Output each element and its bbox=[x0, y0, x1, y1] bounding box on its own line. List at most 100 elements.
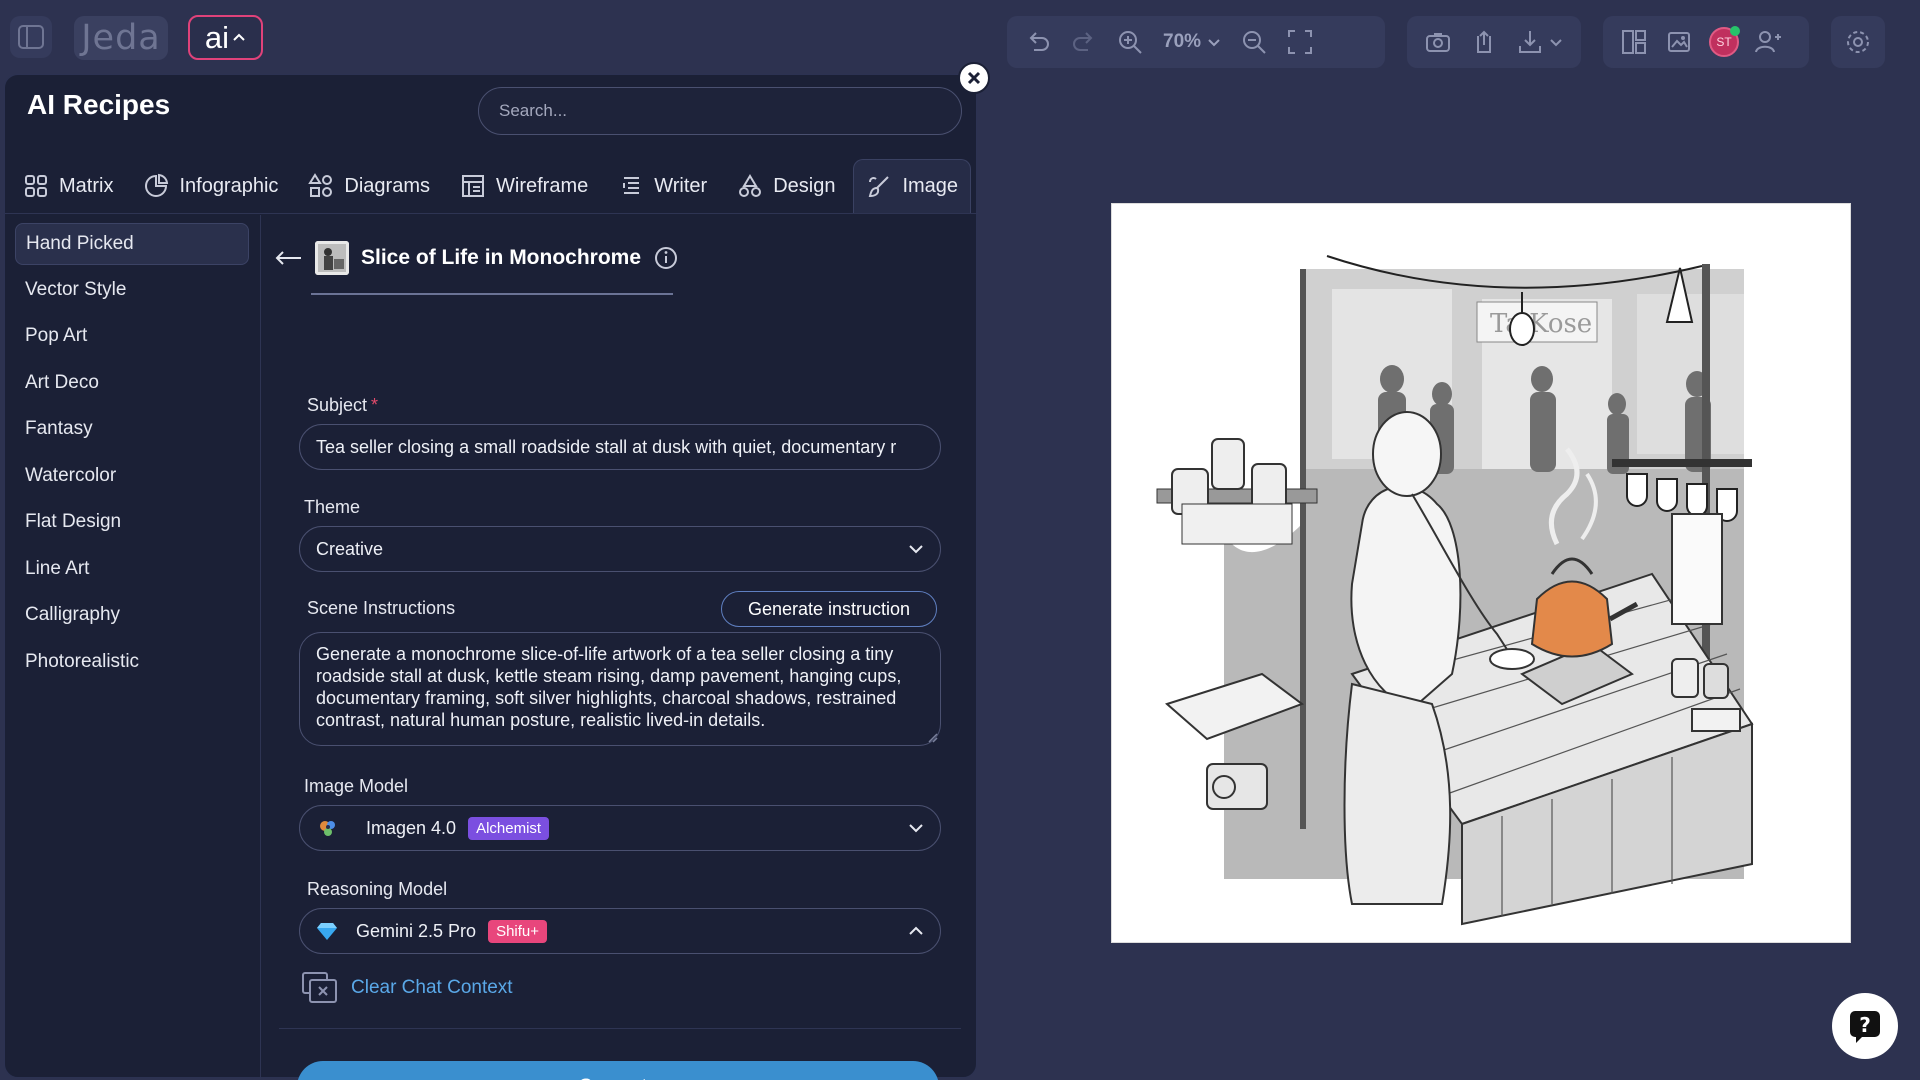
scene-instructions-text: Generate a monochrome slice-of-life artw… bbox=[316, 644, 902, 730]
upload-icon[interactable] bbox=[1467, 25, 1501, 59]
sidebar-icon bbox=[16, 22, 46, 52]
recipe-title: Slice of Life in Monochrome bbox=[361, 246, 642, 269]
user-avatar[interactable]: ST bbox=[1709, 26, 1740, 57]
reasoning-model-selected: Gemini 2.5 Pro Shifu+ bbox=[316, 919, 548, 943]
history-zoom-group: 70% bbox=[1007, 16, 1385, 68]
chevron-down-icon[interactable] bbox=[1549, 35, 1563, 49]
back-arrow-icon[interactable] bbox=[275, 250, 303, 266]
search-input[interactable] bbox=[478, 87, 962, 135]
scene-instructions-textarea[interactable]: Generate a monochrome slice-of-life artw… bbox=[299, 632, 941, 746]
wireframe-icon bbox=[460, 173, 486, 199]
tab-diagrams[interactable]: Diagrams bbox=[296, 159, 442, 213]
chevron-down-icon bbox=[908, 541, 924, 557]
zoom-out-icon[interactable] bbox=[1237, 25, 1271, 59]
tab-design[interactable]: Design bbox=[725, 159, 847, 213]
brush-icon bbox=[866, 174, 892, 200]
category-art-deco[interactable]: Art Deco bbox=[15, 362, 249, 404]
zoom-level-text: 70% bbox=[1163, 31, 1202, 52]
recipe-tabs: Matrix Infographic Diagrams Wireframe Wr… bbox=[11, 159, 977, 213]
category-pop-art[interactable]: Pop Art bbox=[15, 315, 249, 357]
generate-button[interactable]: Generate bbox=[297, 1061, 939, 1080]
alchemist-badge: Alchemist bbox=[468, 816, 550, 840]
tab-infographic[interactable]: Infographic bbox=[131, 159, 290, 213]
download-icon[interactable] bbox=[1513, 25, 1547, 59]
design-icon bbox=[737, 173, 763, 199]
help-button[interactable]: ? bbox=[1832, 993, 1898, 1059]
reasoning-model-label: Reasoning Model bbox=[307, 879, 448, 899]
recipe-header: Slice of Life in Monochrome bbox=[275, 241, 679, 275]
camera-icon[interactable] bbox=[1421, 25, 1455, 59]
reasoning-model-select[interactable]: Gemini 2.5 Pro Shifu+ bbox=[299, 908, 941, 954]
chevron-up-icon bbox=[232, 31, 246, 45]
top-toolbar: Jeda ai 70% ST bbox=[0, 0, 1920, 76]
tab-label: Wireframe bbox=[496, 174, 589, 197]
category-line-art[interactable]: Line Art bbox=[15, 548, 249, 590]
tab-wireframe[interactable]: Wireframe bbox=[448, 159, 600, 213]
image-gallery-icon[interactable] bbox=[1663, 25, 1697, 59]
ai-panel-toggle[interactable]: ai bbox=[188, 15, 263, 60]
category-photorealistic[interactable]: Photorealistic bbox=[15, 641, 249, 683]
category-watercolor[interactable]: Watercolor bbox=[15, 455, 249, 497]
required-mark: * bbox=[371, 395, 379, 415]
tab-label: Diagrams bbox=[344, 174, 430, 197]
layout-icon[interactable] bbox=[1617, 25, 1651, 59]
generate-instruction-button[interactable]: Generate instruction bbox=[721, 591, 937, 627]
subject-label: Subject * bbox=[307, 395, 378, 416]
question-icon: ? bbox=[1848, 1009, 1882, 1043]
svg-text:?: ? bbox=[1859, 1013, 1871, 1037]
panel-title: AI Recipes bbox=[27, 89, 171, 120]
app-logo[interactable]: Jeda bbox=[74, 16, 168, 60]
category-flat-design[interactable]: Flat Design bbox=[15, 501, 249, 543]
imagen-model-icon bbox=[316, 816, 340, 840]
tab-label: Image bbox=[902, 175, 959, 197]
tab-label: Matrix bbox=[59, 174, 114, 197]
theme-select[interactable]: Creative bbox=[299, 526, 941, 572]
sidebar-toggle-button[interactable] bbox=[10, 16, 52, 58]
resize-handle-icon[interactable] bbox=[926, 731, 938, 743]
category-hand-picked[interactable]: Hand Picked bbox=[15, 223, 249, 265]
ai-label: ai bbox=[204, 19, 230, 55]
tab-matrix[interactable]: Matrix bbox=[11, 159, 125, 213]
subject-input-value: Tea seller closing a small roadside stal… bbox=[316, 436, 897, 457]
clear-chat-icon bbox=[301, 971, 339, 1005]
canvas-generated-image[interactable]: Ta Kose bbox=[1112, 204, 1850, 942]
recipe-form: Slice of Life in Monochrome Subject * Tea… bbox=[267, 215, 978, 1080]
theme-select-value: Creative bbox=[316, 538, 384, 559]
undo-icon[interactable] bbox=[1021, 25, 1055, 59]
settings-group bbox=[1831, 16, 1885, 68]
gem-icon bbox=[316, 920, 338, 942]
shop-sign-text: Ta Kose bbox=[1490, 309, 1592, 339]
zoom-dropdown[interactable]: 70% bbox=[1159, 31, 1225, 53]
tab-label: Writer bbox=[654, 174, 708, 197]
ai-recipes-panel: AI Recipes Matrix Infographic Diagrams W… bbox=[4, 74, 978, 1080]
subject-label-text: Subject bbox=[307, 395, 368, 415]
subject-input[interactable]: Tea seller closing a small roadside stal… bbox=[299, 424, 941, 470]
avatar-initials: ST bbox=[1716, 35, 1732, 49]
scene-instructions-label: Scene Instructions bbox=[307, 598, 456, 618]
chevron-down-icon bbox=[908, 820, 924, 836]
category-vector-style[interactable]: Vector Style bbox=[15, 269, 249, 311]
recipe-thumbnail bbox=[315, 241, 349, 275]
add-user-icon[interactable] bbox=[1751, 25, 1785, 59]
tab-label: Infographic bbox=[179, 174, 279, 197]
clear-chat-context-link[interactable]: Clear Chat Context bbox=[301, 971, 513, 1005]
gear-icon[interactable] bbox=[1841, 25, 1875, 59]
tea-seller-illustration: Ta Kose bbox=[1156, 255, 1754, 926]
zoom-in-icon[interactable] bbox=[1113, 25, 1147, 59]
category-sidebar: Hand Picked Vector Style Pop Art Art Dec… bbox=[5, 215, 261, 1079]
redo-icon[interactable] bbox=[1067, 25, 1101, 59]
tab-image[interactable]: Image bbox=[853, 159, 972, 213]
fit-screen-icon[interactable] bbox=[1283, 25, 1317, 59]
chevron-down-icon bbox=[1207, 35, 1221, 49]
image-model-label: Image Model bbox=[304, 776, 409, 796]
category-calligraphy[interactable]: Calligraphy bbox=[15, 594, 249, 636]
close-panel-button[interactable] bbox=[958, 62, 990, 94]
category-fantasy[interactable]: Fantasy bbox=[15, 408, 249, 450]
form-divider bbox=[279, 1028, 961, 1029]
tab-writer[interactable]: Writer bbox=[606, 159, 719, 213]
export-group bbox=[1407, 16, 1581, 68]
chevron-up-icon bbox=[908, 923, 924, 939]
info-icon[interactable] bbox=[653, 245, 679, 271]
image-model-select[interactable]: Imagen 4.0 Alchemist bbox=[299, 805, 941, 851]
theme-label: Theme bbox=[304, 497, 361, 517]
